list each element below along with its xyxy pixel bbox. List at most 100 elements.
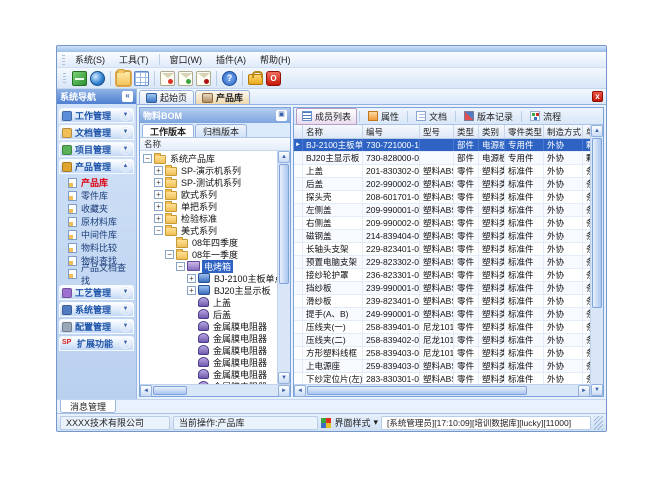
tree-vertical-scrollbar[interactable]: ▲ ▼ xyxy=(277,151,290,384)
ui-style-dropdown[interactable]: 界面样式 ▾ xyxy=(321,416,378,429)
column-header-制造方式[interactable]: 制造方式 xyxy=(544,125,583,138)
expand-icon[interactable]: + xyxy=(154,190,163,199)
sidebar-item-收藏夹[interactable]: 收藏夹 xyxy=(59,202,134,215)
table-row[interactable]: 下纱定位片(左)283-830301-00E塑料ABS零件塑料类标准件外协条 xyxy=(294,373,590,384)
tab-工作版本[interactable]: 工作版本 xyxy=(142,124,194,137)
sidebar-group-工作管理[interactable]: 工作管理▼ xyxy=(59,108,134,123)
sidebar-group-项目管理[interactable]: 项目管理▼ xyxy=(59,142,134,157)
database-icon[interactable] xyxy=(72,71,87,86)
tree-node-欧式系列[interactable]: +欧式系列 xyxy=(140,188,277,200)
sidebar-item-物料比较[interactable]: 物料比较 xyxy=(59,241,134,254)
table-scroll-thumb[interactable] xyxy=(592,138,602,308)
tab-成员列表[interactable]: 成员列表 xyxy=(296,108,357,125)
menu-item-5[interactable]: 帮助(H) xyxy=(253,52,298,67)
tree-node-BJ20主显示板[interactable]: +BJ20主显示板 xyxy=(140,284,277,296)
sidebar-group-工艺管理[interactable]: 工艺管理▼ xyxy=(59,285,134,300)
scroll-down-icon[interactable]: ▼ xyxy=(591,384,603,396)
table-row[interactable]: 后盖202-990002-01E塑料ABS零件塑料类标准件外协条 xyxy=(294,178,590,191)
collapse-icon[interactable]: − xyxy=(154,226,163,235)
toolbar-grip[interactable] xyxy=(63,73,66,83)
sidebar-group-扩展功能[interactable]: SP扩展功能▼ xyxy=(59,336,134,351)
mail-delete-icon[interactable] xyxy=(196,71,211,86)
sidebar-item-中间件库[interactable]: 中间件库 xyxy=(59,228,134,241)
exit-icon[interactable] xyxy=(266,71,281,86)
column-header-型号[interactable]: 型号 xyxy=(420,125,454,138)
table-row[interactable]: BJ20主显示板730-828000-04E部件电源板专用件外协颗 xyxy=(294,152,590,165)
tree-node-SP-测试机系列[interactable]: +SP-测试机系列 xyxy=(140,176,277,188)
collapse-icon[interactable]: − xyxy=(176,262,185,271)
table-row[interactable]: 接纱轮护罩236-823301-00E塑料ABS零件塑料类标准件外协条 xyxy=(294,269,590,282)
tree-node-后盖[interactable]: 后盖 xyxy=(140,308,277,320)
sidebar-item-产品文档查找[interactable]: 产品文档查找 xyxy=(59,267,134,280)
tree-node-金属膜电阻器[interactable]: 金属膜电阻器 xyxy=(140,344,277,356)
table-row[interactable]: 右侧盖209-990002-01E塑料ABS零件塑料类标准件外协条 xyxy=(294,217,590,230)
chevron-down-icon[interactable]: ▼ xyxy=(120,127,131,138)
expand-icon[interactable]: + xyxy=(187,274,196,283)
resize-grip[interactable] xyxy=(594,416,603,430)
menu-item-3[interactable]: 窗口(W) xyxy=(163,52,210,67)
tree-node-金属膜电阻器[interactable]: 金属膜电阻器 xyxy=(140,368,277,380)
tab-message-manager[interactable]: 消息管理 xyxy=(60,400,116,413)
sidebar-group-配置管理[interactable]: 配置管理▼ xyxy=(59,319,134,334)
scroll-up-icon[interactable]: ▲ xyxy=(591,125,603,137)
tab-属性[interactable]: 属性 xyxy=(362,108,405,125)
sidebar-group-产品管理[interactable]: 产品管理▲ xyxy=(59,159,134,174)
tree-node-08年一季度[interactable]: −08年一季度 xyxy=(140,248,277,260)
table-row[interactable]: 上盖201-830302-00E塑料ABS零件塑料类标准件外协条 xyxy=(294,165,590,178)
expand-icon[interactable]: + xyxy=(154,202,163,211)
scroll-right-icon[interactable]: ► xyxy=(578,385,590,397)
table-row[interactable]: 左侧盖209-990001-01E塑料ABS零件塑料类标准件外协条 xyxy=(294,204,590,217)
menubar-grip[interactable] xyxy=(62,55,65,65)
tree-scroll-thumb[interactable] xyxy=(279,164,289,284)
tree-node-电烤箱[interactable]: −电烤箱 xyxy=(140,260,277,272)
expand-icon[interactable]: + xyxy=(154,166,163,175)
tree-hscroll-thumb[interactable] xyxy=(153,386,187,395)
column-header-零件类型[interactable]: 零件类型 xyxy=(505,125,544,138)
chevron-up-icon[interactable]: ▲ xyxy=(120,161,131,172)
pin-icon[interactable]: ▣ xyxy=(276,110,287,121)
table-row[interactable]: 探头壳208-601701-01E塑料ABS零件塑料类标准件外协条 xyxy=(294,191,590,204)
table-row[interactable]: 压线夹(二)258-839402-00E尼龙1010零件塑料类标准件外协条 xyxy=(294,334,590,347)
tree-node-金属膜电阻器[interactable]: 金属膜电阻器 xyxy=(140,320,277,332)
mail-new-icon[interactable] xyxy=(160,71,175,86)
tree-node-单把系列[interactable]: +单把系列 xyxy=(140,200,277,212)
column-header-单位[interactable]: 单位 xyxy=(583,125,590,138)
globe-icon[interactable] xyxy=(90,71,105,86)
chevron-down-icon[interactable]: ▼ xyxy=(120,287,131,298)
scroll-left-icon[interactable]: ◄ xyxy=(294,385,306,397)
scroll-right-icon[interactable]: ► xyxy=(278,385,290,397)
scroll-down-icon[interactable]: ▼ xyxy=(278,372,290,384)
grid-icon[interactable] xyxy=(134,71,149,86)
table-row[interactable]: 方形塑料线框258-839403-00E尼龙1010零件塑料类标准件外协条 xyxy=(294,347,590,360)
close-tab-button[interactable]: x xyxy=(592,91,603,102)
tree-node-金属膜电阻器[interactable]: 金属膜电阻器 xyxy=(140,332,277,344)
expand-icon[interactable]: + xyxy=(154,214,163,223)
collapse-icon[interactable]: − xyxy=(143,154,152,163)
scroll-left-icon[interactable]: ◄ xyxy=(140,385,152,397)
tree-node-系统产品库[interactable]: −系统产品库 xyxy=(140,152,277,164)
tree-node-美式系列[interactable]: −美式系列 xyxy=(140,224,277,236)
tab-版本记录[interactable]: 版本记录 xyxy=(458,108,519,125)
tree-node-上盖[interactable]: 上盖 xyxy=(140,296,277,308)
sidebar-item-产品库[interactable]: 产品库 xyxy=(59,176,134,189)
menu-item-2[interactable]: 工具(T) xyxy=(112,52,156,67)
table-hscroll-thumb[interactable] xyxy=(307,386,527,395)
table-row[interactable]: 挡纱板239-990001-01E塑料ABS零件塑料类标准件外协条 xyxy=(294,282,590,295)
column-header-编号[interactable]: 编号 xyxy=(363,125,420,138)
tab-归档版本[interactable]: 归档版本 xyxy=(195,124,247,137)
tree-node-BJ-2100主板单点[interactable]: +BJ-2100主板单点 xyxy=(140,272,277,284)
expand-icon[interactable]: + xyxy=(154,178,163,187)
column-header-名称[interactable]: 名称 xyxy=(303,125,363,138)
scroll-up-icon[interactable]: ▲ xyxy=(278,151,290,163)
table-row[interactable]: 压线夹(一)258-839401-00E尼龙1010零件塑料类标准件外协条 xyxy=(294,321,590,334)
folder-icon[interactable] xyxy=(116,71,131,86)
table-row[interactable]: 滑纱板239-823401-00E塑料ABS零件塑料类标准件外协条 xyxy=(294,295,590,308)
table-horizontal-scrollbar[interactable]: ◄ ► xyxy=(294,384,590,396)
tab-产品库[interactable]: 产品库 xyxy=(195,90,250,104)
tree-node-SP-演示机系列[interactable]: +SP-演示机系列 xyxy=(140,164,277,176)
chevron-down-icon[interactable]: ▼ xyxy=(120,304,131,315)
column-header-类型[interactable]: 类型 xyxy=(454,125,479,138)
table-row[interactable]: 长轴头支架229-823401-00E塑料ABS零件塑料类标准件外协条 xyxy=(294,243,590,256)
tab-起始页[interactable]: 起始页 xyxy=(139,90,194,104)
tree-column-header[interactable]: 名称 xyxy=(140,138,290,151)
